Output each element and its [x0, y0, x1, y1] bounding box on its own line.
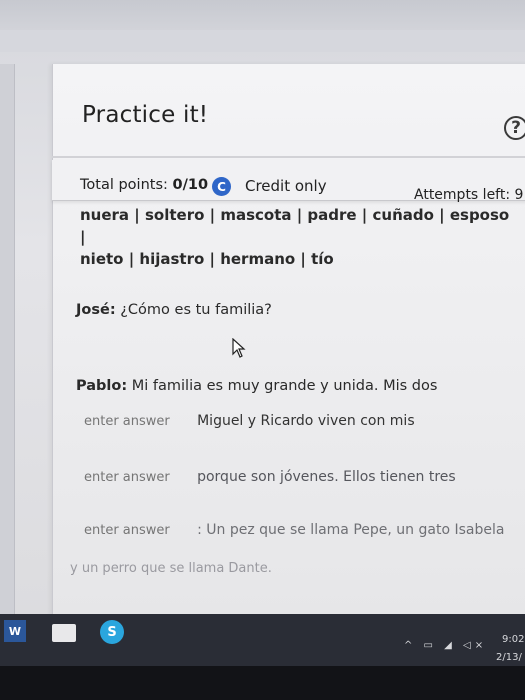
mouse-cursor-icon — [232, 338, 246, 358]
blank-row-2: porque son jóvenes. Ellos tienen tres — [84, 466, 456, 485]
laptop-bezel — [0, 666, 525, 700]
credit-label: Credit only — [245, 177, 327, 195]
blank-1-after-text: Miguel y Ricardo viven con mis — [197, 413, 415, 429]
jose-text: ¿Cómo es tu familia? — [115, 302, 272, 318]
dialog-line-pablo: Pablo: Mi familia es muy grande y unida.… — [76, 378, 437, 394]
answer-input-2[interactable] — [84, 470, 192, 485]
mail-app-icon[interactable] — [52, 624, 76, 642]
answer-input-1[interactable] — [84, 414, 192, 429]
taskbar-clock-time[interactable]: 9:02 — [502, 634, 524, 645]
total-points: Total points: 0/10 — [80, 177, 208, 193]
taskbar-clock-date[interactable]: 2/13/ — [496, 652, 522, 663]
left-panel-edge — [0, 64, 15, 618]
pablo-text: Mi familia es muy grande y unida. Mis do… — [127, 378, 438, 394]
skype-app-icon[interactable]: S — [100, 620, 124, 644]
dialog-line-jose: José: ¿Cómo es tu familia? — [76, 302, 272, 318]
total-points-label: Total points: — [80, 177, 173, 193]
screen: Practice it! ? Total points: 0/10 C Cred… — [0, 0, 525, 618]
word-bank-line-1: nuera | soltero | mascota | padre | cuña… — [80, 206, 510, 246]
speaker-pablo: Pablo: — [76, 378, 128, 394]
header-divider — [52, 156, 525, 158]
question-circle-icon[interactable]: ? — [504, 116, 525, 140]
blank-row-1: Miguel y Ricardo viven con mis — [84, 410, 415, 429]
word-bank-line-2: nieto | hijastro | hermano | tío — [80, 250, 334, 268]
blank-2-after-text: porque son jóvenes. Ellos tienen tres — [197, 469, 456, 485]
attempts-left: Attempts left: 9 — [414, 187, 524, 203]
system-tray-icons[interactable]: ^ ▭ ◢ ◁× — [404, 640, 487, 651]
speaker-jose: José: — [76, 302, 116, 318]
blank-row-3: : Un pez que se llama Pepe, un gato Isab… — [84, 519, 504, 538]
word-app-icon[interactable]: W — [4, 620, 26, 642]
credit-icon: C — [212, 177, 231, 196]
dialog-tail-text: y un perro que se llama Dante. — [70, 561, 272, 576]
page-title: Practice it! — [82, 102, 209, 128]
total-points-value: 0/10 — [172, 177, 209, 193]
browser-window-strip — [0, 30, 525, 52]
answer-input-3[interactable] — [84, 523, 192, 538]
blank-3-after-text: : Un pez que se llama Pepe, un gato Isab… — [197, 522, 505, 538]
word-bank: nuera | soltero | mascota | padre | cuña… — [80, 204, 510, 270]
